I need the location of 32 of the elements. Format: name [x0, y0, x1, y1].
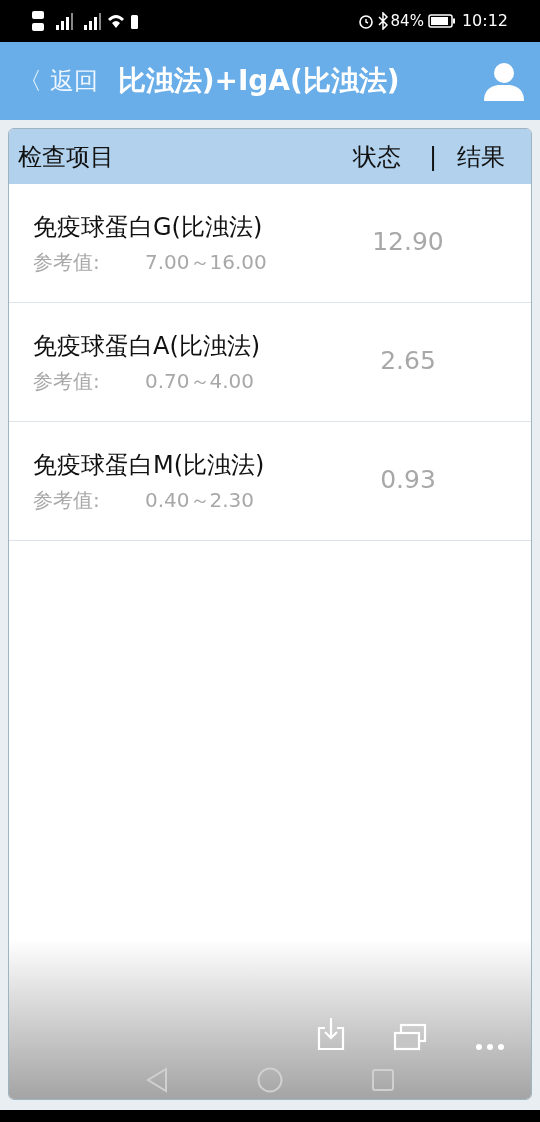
reference-range: 0.70～4.00	[145, 368, 255, 395]
download-icon[interactable]	[317, 1017, 345, 1051]
column-separator: |	[428, 141, 437, 173]
battery-percent: 84%	[390, 10, 424, 32]
column-header: 检查项目	[18, 141, 114, 173]
result-value: 0.93	[379, 464, 437, 497]
reference-label: 参考值:	[33, 487, 101, 514]
result-value: 2.65	[379, 345, 437, 378]
battery-icon	[427, 14, 456, 28]
test-name: 免疫球蛋白G(比浊法)	[33, 212, 264, 243]
result-value: 12.90	[371, 226, 445, 259]
result-row[interactable]: 免疫球蛋白M(比浊法) 参考值: 0.40～2.30 0.93	[9, 422, 531, 541]
bluetooth-icon	[376, 12, 389, 30]
windows-icon[interactable]	[393, 1023, 427, 1051]
column-header: 结果	[457, 141, 505, 173]
test-name: 免疫球蛋白A(比浊法)	[33, 331, 262, 362]
result-row[interactable]: 免疫球蛋白G(比浊法) 参考值: 7.00～16.00 12.90	[9, 184, 531, 303]
page-title: 比浊法)+IgA(比浊法)	[117, 63, 400, 99]
reference-range: 7.00～16.00	[145, 249, 267, 276]
alarm-icon	[357, 13, 374, 29]
result-row[interactable]: 免疫球蛋白A(比浊法) 参考值: 0.70～4.00 2.65	[9, 303, 531, 422]
reference-range: 0.40～2.30	[145, 487, 255, 514]
more-icon[interactable]	[475, 1043, 505, 1051]
home-nav-icon[interactable]	[257, 1067, 283, 1093]
back-nav-icon[interactable]	[145, 1067, 169, 1093]
test-name: 免疫球蛋白M(比浊法)	[33, 450, 266, 481]
clock-time: 10:12	[461, 10, 508, 32]
user-icon[interactable]	[482, 61, 526, 101]
column-header: 状态	[352, 141, 401, 173]
recents-nav-icon[interactable]	[371, 1068, 395, 1092]
reference-label: 参考值:	[33, 249, 101, 276]
reference-label: 参考值:	[33, 368, 101, 395]
